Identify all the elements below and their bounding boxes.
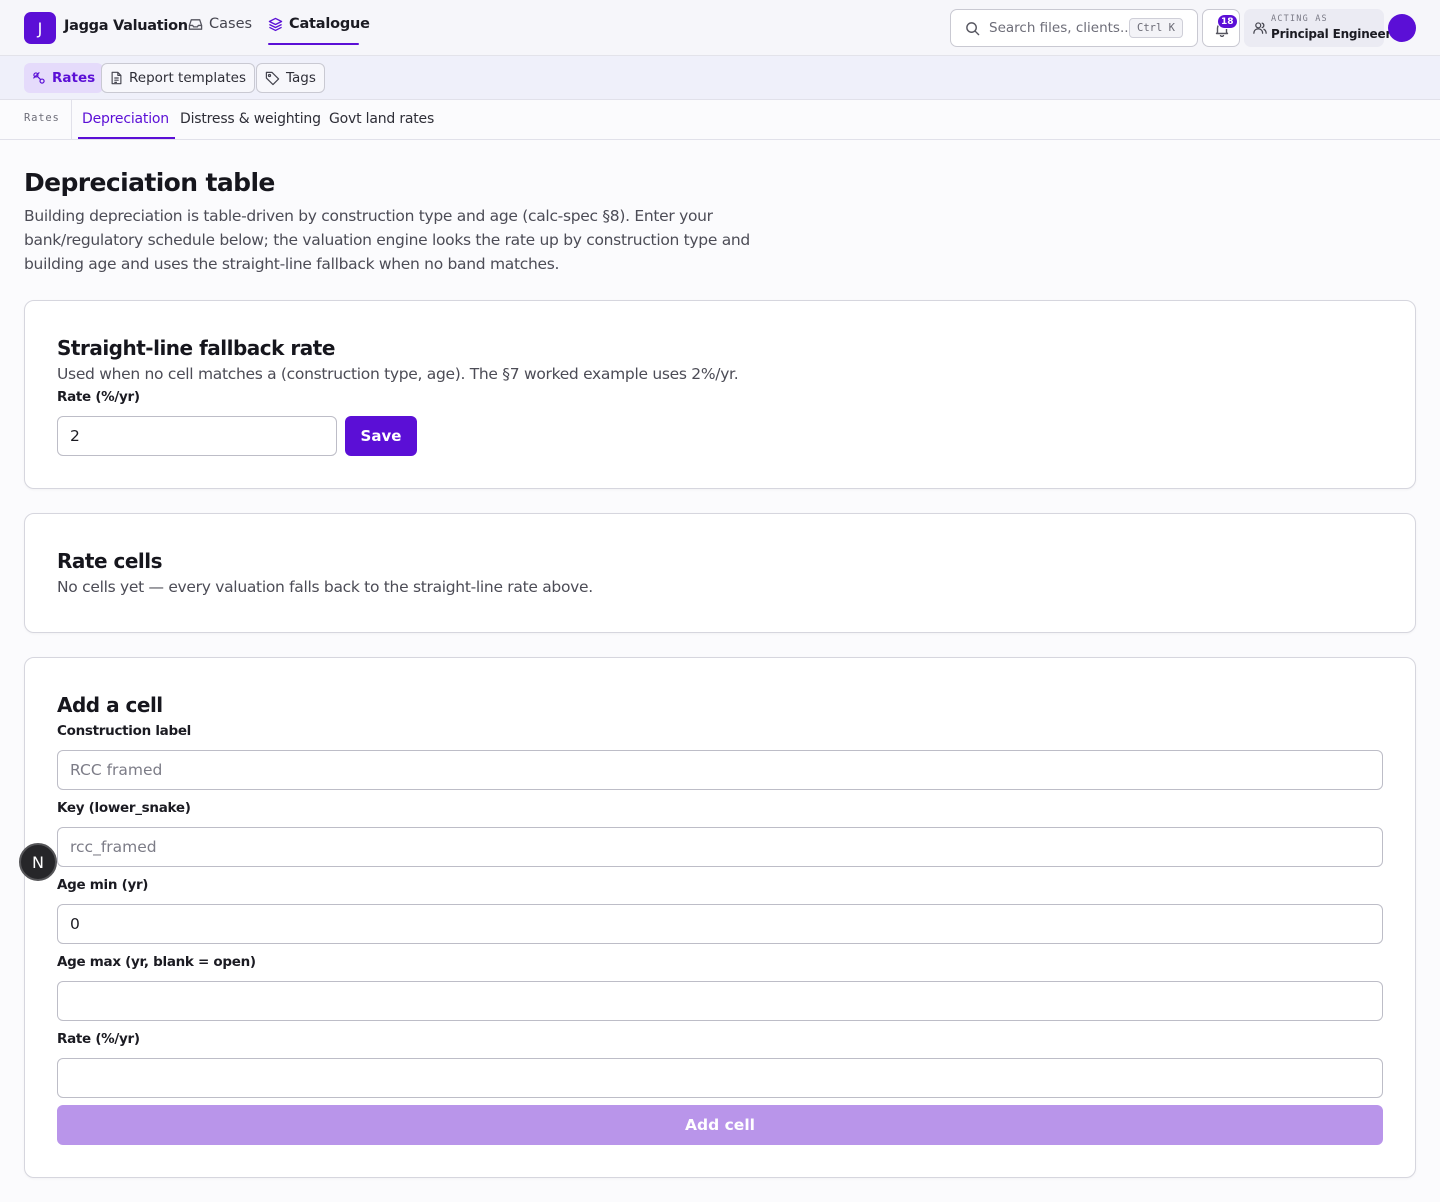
logo-letter: J [37,18,43,38]
rates-tabs: Rates Depreciation Distress & weighting … [0,100,1440,140]
add-cell-button[interactable]: Add cell [57,1105,1383,1145]
construction-label-label: Construction label [57,723,192,739]
dev-tools-letter: N [32,852,44,872]
page-description: Building depreciation is table-driven by… [24,207,750,273]
tab-distress-weighting[interactable]: Distress & weighting [180,111,321,127]
age-max-label: Age max (yr, blank = open) [57,954,256,970]
user-avatar[interactable] [1388,14,1416,42]
nav-catalogue[interactable]: Catalogue [268,16,370,32]
tab-depreciation[interactable]: Depreciation [82,111,169,127]
layers-icon [268,17,283,32]
fallback-description: Used when no cell matches a (constructio… [57,365,739,383]
subnav-rates-label: Rates [52,70,96,86]
notifications-button[interactable]: 18 [1202,9,1240,47]
document-icon [110,71,123,85]
acting-as-role: Principal Engineer [1271,27,1392,41]
add-cell-card: Add a cell Construction label Key (lower… [24,657,1416,1178]
search-box[interactable]: Search files, clients... Ctrl K [950,9,1198,47]
age-min-label: Age min (yr) [57,877,149,893]
rate-cells-title: Rate cells [57,549,163,573]
rate-cells-card: Rate cells No cells yet — every valuatio… [24,513,1416,633]
age-min-input[interactable] [57,904,1383,944]
tab-govt-land-rates[interactable]: Govt land rates [329,111,434,127]
search-placeholder[interactable]: Search files, clients... [989,20,1133,36]
tag-icon [265,71,280,86]
percent-tag-icon [32,71,46,85]
tab-active-indicator [78,137,175,139]
catalogue-subnav: Rates Report templates Tags [0,56,1440,100]
notification-count-badge: 18 [1217,14,1238,29]
fallback-rate-label: Rate (%/yr) [57,389,140,405]
search-icon [965,21,980,36]
fallback-rate-card: Straight-line fallback rate Used when no… [24,300,1416,489]
save-button[interactable]: Save [345,416,417,456]
top-bar: J Jagga Valuation Cases Catalogue Search… [0,0,1440,56]
subnav-report-templates[interactable]: Report templates [101,63,256,93]
nav-cases[interactable]: Cases [188,16,252,32]
app-logo[interactable]: J [24,12,56,44]
page-title: Depreciation table [24,168,275,197]
tabs-breadcrumb: Rates [24,112,60,124]
subnav-report-templates-label: Report templates [129,70,247,86]
construction-label-input[interactable] [57,750,1383,790]
key-input[interactable] [57,827,1383,867]
fallback-title: Straight-line fallback rate [57,336,335,360]
subnav-tags-label: Tags [286,70,316,86]
tabs-divider [71,100,72,140]
key-label: Key (lower_snake) [57,800,191,816]
search-shortcut-badge: Ctrl K [1129,18,1183,38]
add-cell-title: Add a cell [57,693,163,717]
subnav-tags[interactable]: Tags [256,63,325,93]
users-icon [1253,21,1267,35]
acting-as-label: ACTING AS [1271,14,1328,24]
fallback-rate-input[interactable] [57,416,337,456]
dev-tools-button[interactable]: N [19,843,57,881]
subnav-rates[interactable]: Rates [24,63,104,93]
nav-catalogue-label: Catalogue [289,16,370,32]
nav-cases-label: Cases [209,16,253,32]
cell-rate-label: Rate (%/yr) [57,1031,140,1047]
acting-as-switcher[interactable]: ACTING AS Principal Engineer [1244,9,1391,47]
age-max-input[interactable] [57,981,1383,1021]
inbox-icon [188,17,203,32]
brand-name[interactable]: Jagga Valuation [64,18,188,34]
rate-cells-empty-message: No cells yet — every valuation falls bac… [57,578,593,596]
nav-active-indicator [268,43,359,45]
cell-rate-input[interactable] [57,1058,1383,1098]
